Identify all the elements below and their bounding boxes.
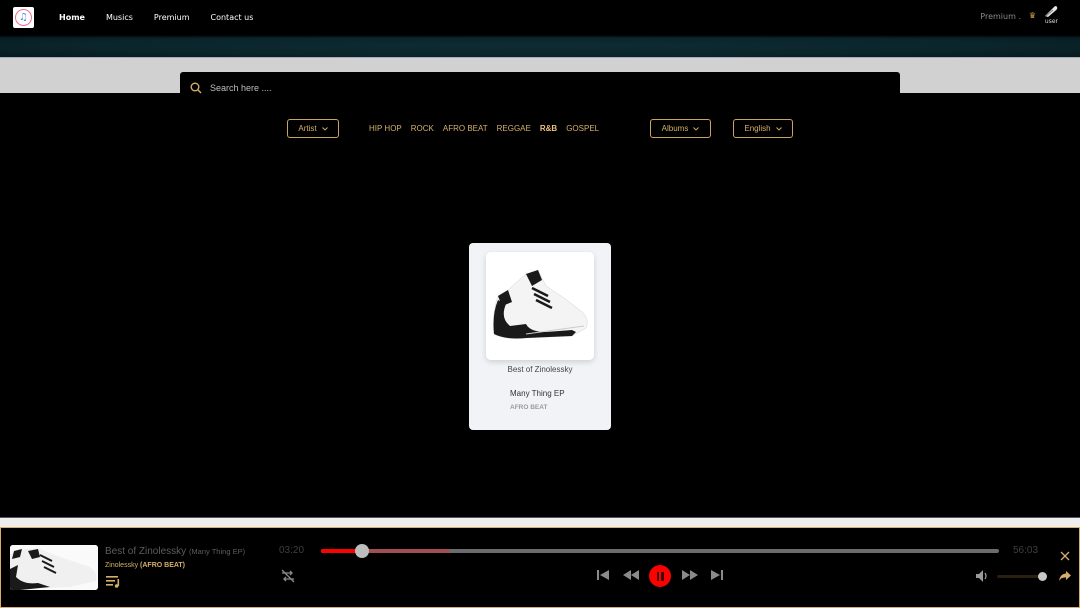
album-card[interactable]: Best of Zinolessky Many Thing EP AFRO BE…	[469, 243, 611, 430]
skip-next-icon[interactable]	[710, 568, 724, 582]
track-artist: Zinolessky	[105, 562, 139, 569]
language-dropdown-label: English	[744, 124, 771, 133]
track-title: Best of Zinolessky	[105, 546, 187, 557]
premium-label: Premium	[980, 12, 1016, 21]
pause-button[interactable]	[649, 565, 671, 587]
language-dropdown[interactable]: English	[733, 119, 793, 138]
search-bar	[180, 72, 900, 96]
genre-rock[interactable]: ROCK	[411, 124, 434, 133]
nav-link-contact[interactable]: Contact us	[211, 13, 254, 22]
nav-link-premium[interactable]: Premium	[154, 13, 190, 22]
chevron-down-icon	[321, 126, 328, 131]
pause-icon-bar	[661, 571, 664, 581]
genre-gospel[interactable]: GOSPEL	[566, 124, 599, 133]
footer-divider	[0, 517, 1080, 527]
current-time: 03:20	[279, 545, 305, 556]
seek-bar[interactable]	[321, 544, 999, 558]
nav-links: Home Musics Premium Contact us	[59, 0, 274, 35]
volume-thumb[interactable]	[1038, 572, 1047, 581]
volume-slider[interactable]	[997, 572, 1047, 581]
shuffle-off-icon[interactable]	[280, 568, 296, 584]
card-title: Best of Zinolessky	[507, 365, 573, 374]
seek-thumb[interactable]	[354, 544, 369, 558]
artist-dropdown-label: Artist	[298, 124, 317, 133]
share-icon[interactable]	[1058, 570, 1072, 582]
playlist-icon[interactable]	[105, 574, 121, 588]
sneaker-image	[486, 252, 594, 360]
track-genre: (AFRO BEAT)	[140, 562, 186, 569]
search-icon[interactable]	[190, 82, 202, 94]
sneaker-image	[10, 545, 98, 590]
artist-dropdown[interactable]: Artist	[287, 119, 339, 138]
nav-link-home[interactable]: Home	[59, 13, 85, 22]
chevron-down-icon	[693, 126, 700, 131]
rewind-icon[interactable]	[622, 568, 640, 582]
nav-link-musics[interactable]: Musics	[106, 13, 133, 22]
premium-separator: .	[1018, 12, 1021, 21]
album-artwork	[486, 252, 594, 360]
genre-reggae[interactable]: REGGAE	[497, 124, 531, 133]
premium-link[interactable]: Premium .	[980, 12, 1021, 21]
top-nav: ♫ Home Musics Premium Contact us Premium…	[0, 0, 1080, 35]
user-name[interactable]: user	[1045, 18, 1058, 25]
chevron-down-icon	[775, 126, 782, 131]
track-album: (Many Thing EP)	[188, 547, 246, 556]
close-icon[interactable]	[1060, 551, 1070, 561]
music-player: Best of Zinolessky (Many Thing EP) Zinol…	[0, 527, 1080, 608]
card-album: Many Thing EP	[510, 389, 565, 398]
genre-hip-hop[interactable]: HIP HOP	[369, 124, 402, 133]
user-avatar-icon[interactable]	[1042, 5, 1058, 17]
crown-icon: ♛	[1028, 11, 1036, 20]
now-playing-artwork	[10, 545, 98, 590]
search-input[interactable]	[210, 81, 810, 95]
header-banner	[0, 35, 1080, 57]
genre-rnb[interactable]: R&B	[540, 124, 557, 133]
fast-forward-icon[interactable]	[681, 568, 699, 582]
card-genre: AFRO BEAT	[510, 404, 548, 411]
music-note-icon: ♫	[15, 9, 32, 26]
genre-afro-beat[interactable]: AFRO BEAT	[443, 124, 488, 133]
albums-dropdown[interactable]: Albums	[650, 119, 711, 138]
total-time: 56:03	[1013, 545, 1039, 556]
now-playing-artist: Zinolessky (AFRO BEAT)	[105, 562, 185, 569]
app-logo[interactable]: ♫	[13, 7, 34, 28]
now-playing-title: Best of Zinolessky (Many Thing EP)	[105, 546, 245, 557]
genre-filter-list: HIP HOP ROCK AFRO BEAT REGGAE R&B GOSPEL	[369, 119, 608, 138]
albums-dropdown-label: Albums	[661, 124, 689, 133]
volume-icon[interactable]	[975, 569, 990, 583]
pause-icon-bar	[656, 571, 659, 581]
skip-previous-icon[interactable]	[596, 568, 610, 582]
